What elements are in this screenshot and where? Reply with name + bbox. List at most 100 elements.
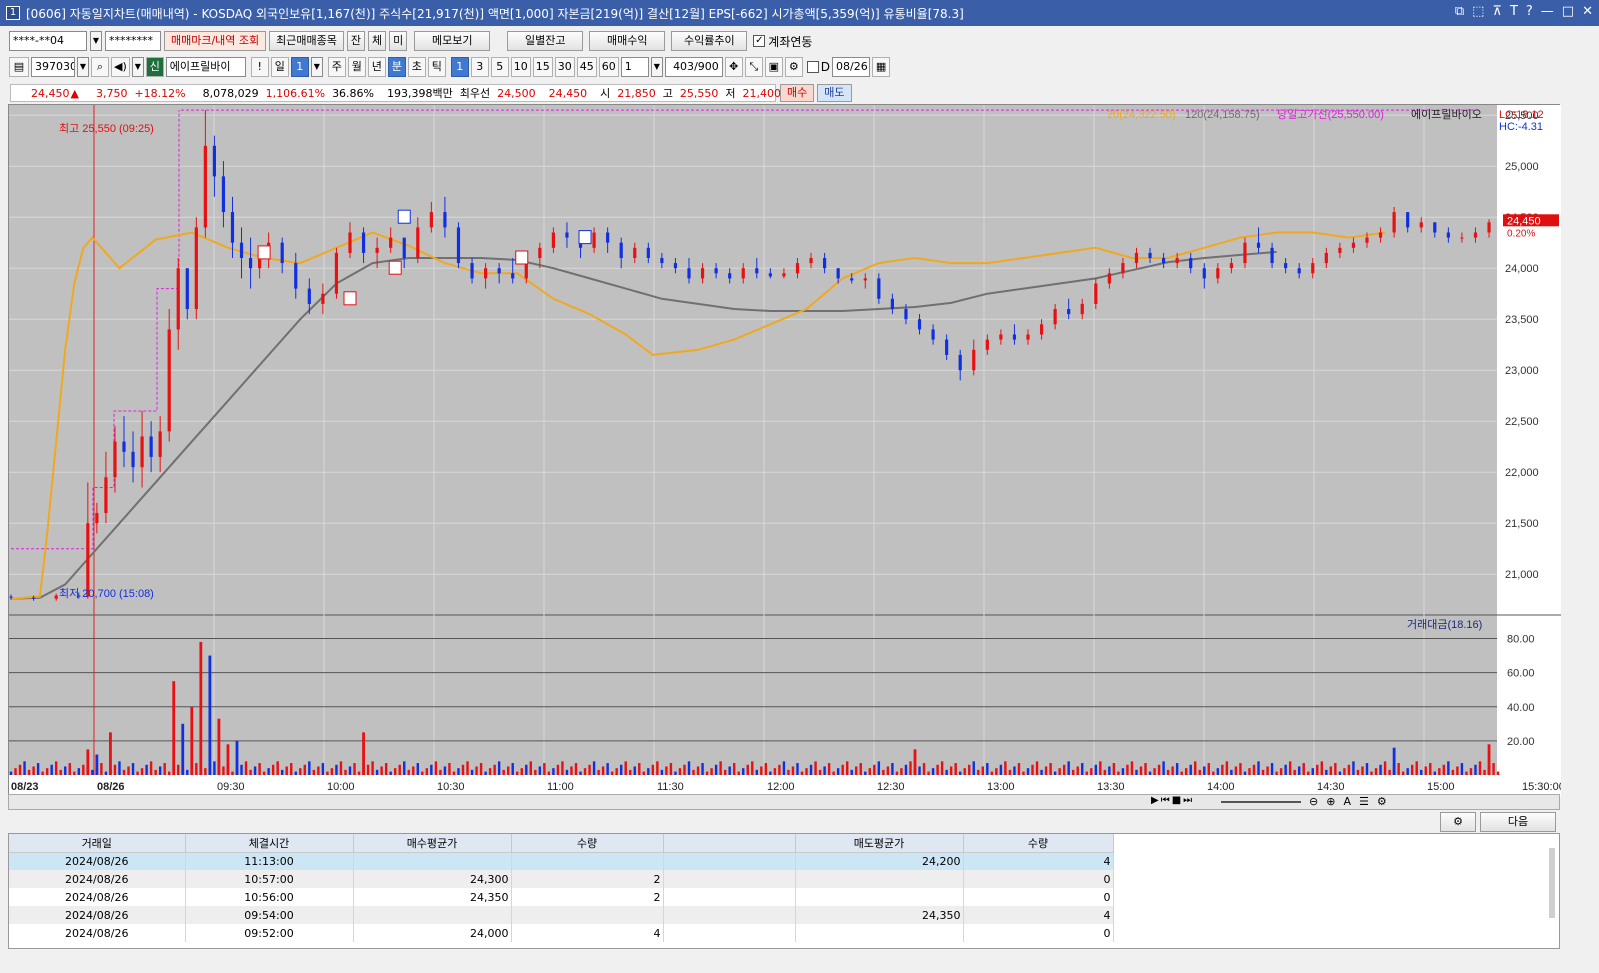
table-cell: 0 — [963, 870, 1114, 888]
table-row[interactable]: 2024/08/26 09:52:00 24,000 4 0 — [9, 924, 1114, 942]
period-tick-button[interactable]: 틱 — [427, 57, 446, 77]
col-buy-avg: 매수평균가 — [353, 834, 512, 853]
volume-bar — [271, 764, 275, 775]
account-dropdown-icon[interactable]: ▼ — [90, 31, 102, 51]
account-input[interactable]: ****-**04 — [9, 31, 87, 51]
save-icon[interactable]: ▣ — [764, 57, 783, 77]
maximize-icon[interactable]: □ — [1562, 4, 1574, 19]
tab-filled[interactable]: 체 — [368, 31, 387, 51]
candle-body — [389, 237, 393, 248]
period-num-field[interactable]: 1 — [290, 57, 309, 77]
chart-settings-icon[interactable]: ⚙ — [1377, 795, 1387, 808]
mark-query-button[interactable]: 매매마크/내역 조회 — [164, 31, 267, 51]
trade-table: 거래일 체결시간 매수평균가 수량 매도평균가 수량 2024/08/26 11:… — [9, 834, 1114, 942]
calendar-icon[interactable]: ▦ — [872, 57, 891, 77]
settings-icon[interactable]: ⚙ — [784, 57, 803, 77]
volume-bar — [95, 754, 99, 775]
table-row[interactable]: 2024/08/26 09:54:00 24,350 4 — [9, 906, 1114, 924]
volume-bar — [1411, 764, 1414, 775]
tile-icon[interactable]: ⬚ — [1472, 4, 1484, 19]
stock-chart[interactable]: 25,50025,00024,50024,00023,50023,00022,5… — [8, 104, 1561, 797]
table-row[interactable]: 2024/08/26 10:56:00 24,350 2 0 — [9, 888, 1114, 906]
date-input[interactable]: 08/26 — [832, 57, 871, 77]
text-icon[interactable]: A — [1343, 795, 1351, 808]
help-icon[interactable]: ? — [1526, 4, 1533, 19]
volume-bar — [353, 763, 356, 775]
volume-bar — [1302, 763, 1305, 775]
volume-bar — [244, 761, 248, 775]
table-settings-icon[interactable]: ⚙ — [1440, 812, 1476, 832]
tab-unfilled[interactable]: 미 — [389, 31, 408, 51]
volume-bar — [23, 761, 26, 775]
password-input[interactable]: ******** — [105, 31, 161, 51]
volume-bar — [145, 764, 148, 775]
daily-balance-button[interactable]: 일별잔고 — [507, 31, 584, 51]
profit-trend-button[interactable]: 수익률추이 — [671, 31, 748, 51]
chart-svg[interactable]: 25,50025,00024,50024,00023,50023,00022,5… — [9, 105, 1561, 797]
period-minute-button[interactable]: 분 — [387, 57, 406, 77]
interval-5-button[interactable]: 5 — [490, 57, 509, 77]
interval-3-button[interactable]: 3 — [470, 57, 489, 77]
d-checkbox[interactable] — [806, 61, 819, 73]
first-icon[interactable]: ⏮ — [1161, 795, 1170, 806]
candle-body — [484, 268, 488, 279]
volume-bar — [701, 763, 704, 775]
next-button[interactable]: 다음 — [1480, 812, 1556, 832]
price-tick-label: 22,500 — [1505, 416, 1539, 428]
alert-icon[interactable]: ! — [250, 57, 269, 77]
crosshair-icon[interactable]: ✥ — [724, 57, 743, 77]
table-row[interactable]: 2024/08/26 10:57:00 24,300 2 0 — [9, 870, 1114, 888]
sound-dropdown-icon[interactable]: ▼ — [131, 57, 144, 77]
close-icon[interactable]: ✕ — [1582, 4, 1593, 19]
list-icon[interactable]: ☰ — [1359, 795, 1369, 808]
custom-interval-dropdown-icon[interactable]: ▼ — [650, 57, 663, 77]
stop-icon[interactable]: ■ — [1172, 795, 1181, 806]
interval-1-button[interactable]: 1 — [450, 57, 469, 77]
period-month-button[interactable]: 월 — [347, 57, 366, 77]
last-icon[interactable]: ⏭ — [1183, 795, 1192, 806]
account-link-toggle[interactable]: ✓ 계좌연동 — [753, 33, 812, 50]
period-year-button[interactable]: 년 — [367, 57, 386, 77]
zoom-in-icon[interactable]: ⊕ — [1326, 795, 1335, 808]
trade-profit-button[interactable]: 매매수익 — [589, 31, 666, 51]
buy-button[interactable]: 매수 — [780, 84, 815, 102]
interval-15-button[interactable]: 15 — [532, 57, 553, 77]
play-icon[interactable]: ▶ — [1151, 795, 1159, 806]
volume-bar — [1365, 763, 1369, 775]
stock-code-input[interactable]: 397030 — [31, 57, 75, 77]
pin-icon[interactable]: ⧉ — [1455, 4, 1464, 19]
stock-name-field[interactable]: 에이프릴바이 — [165, 57, 246, 77]
interval-30-button[interactable]: 30 — [554, 57, 575, 77]
period-week-button[interactable]: 주 — [327, 57, 346, 77]
period-day-button[interactable]: 일 — [270, 57, 289, 77]
chart-scroll-bar[interactable]: ▶ ⏮ ■ ⏭ ⊖ ⊕ A ☰ ⚙ — [8, 794, 1560, 810]
table-row[interactable]: 2024/08/26 11:13:00 24,200 4 — [9, 852, 1114, 870]
code-dropdown-icon[interactable]: ▼ — [77, 57, 89, 77]
volume-bar — [1117, 771, 1120, 775]
zoom-out-icon[interactable]: ⊖ — [1309, 795, 1318, 808]
stock-search-icon[interactable]: ▤ — [9, 57, 29, 77]
bar-count-field[interactable]: 403/900 — [664, 57, 723, 77]
interval-60-button[interactable]: 60 — [598, 57, 619, 77]
interval-10-button[interactable]: 10 — [510, 57, 531, 77]
font-icon[interactable]: T — [1510, 4, 1518, 19]
period-dropdown-icon[interactable]: ▼ — [310, 57, 323, 77]
recent-trade-button[interactable]: 최근매매종목 — [269, 31, 344, 51]
indicator-icon[interactable]: ⤡ — [744, 57, 763, 77]
search-icon[interactable]: ⌕ — [91, 57, 109, 77]
table-scrollbar[interactable] — [1549, 848, 1555, 918]
account-link-checkbox[interactable]: ✓ — [753, 35, 766, 47]
candle-body — [958, 354, 962, 371]
sound-icon[interactable]: ◀) — [111, 57, 130, 77]
memo-button[interactable]: 메모보기 — [414, 31, 491, 51]
period-second-button[interactable]: 초 — [407, 57, 426, 77]
interval-45-button[interactable]: 45 — [576, 57, 597, 77]
zoom-slider[interactable] — [1221, 801, 1301, 803]
tab-balance[interactable]: 잔 — [346, 31, 366, 51]
candle-body — [294, 263, 298, 289]
top-icon[interactable]: ⊼ — [1492, 4, 1502, 19]
sell-button[interactable]: 매도 — [817, 84, 852, 102]
volume-rate: 1,106.61% — [265, 86, 326, 100]
custom-interval-input[interactable]: 1 — [620, 57, 649, 77]
minimize-icon[interactable]: — — [1541, 4, 1554, 19]
